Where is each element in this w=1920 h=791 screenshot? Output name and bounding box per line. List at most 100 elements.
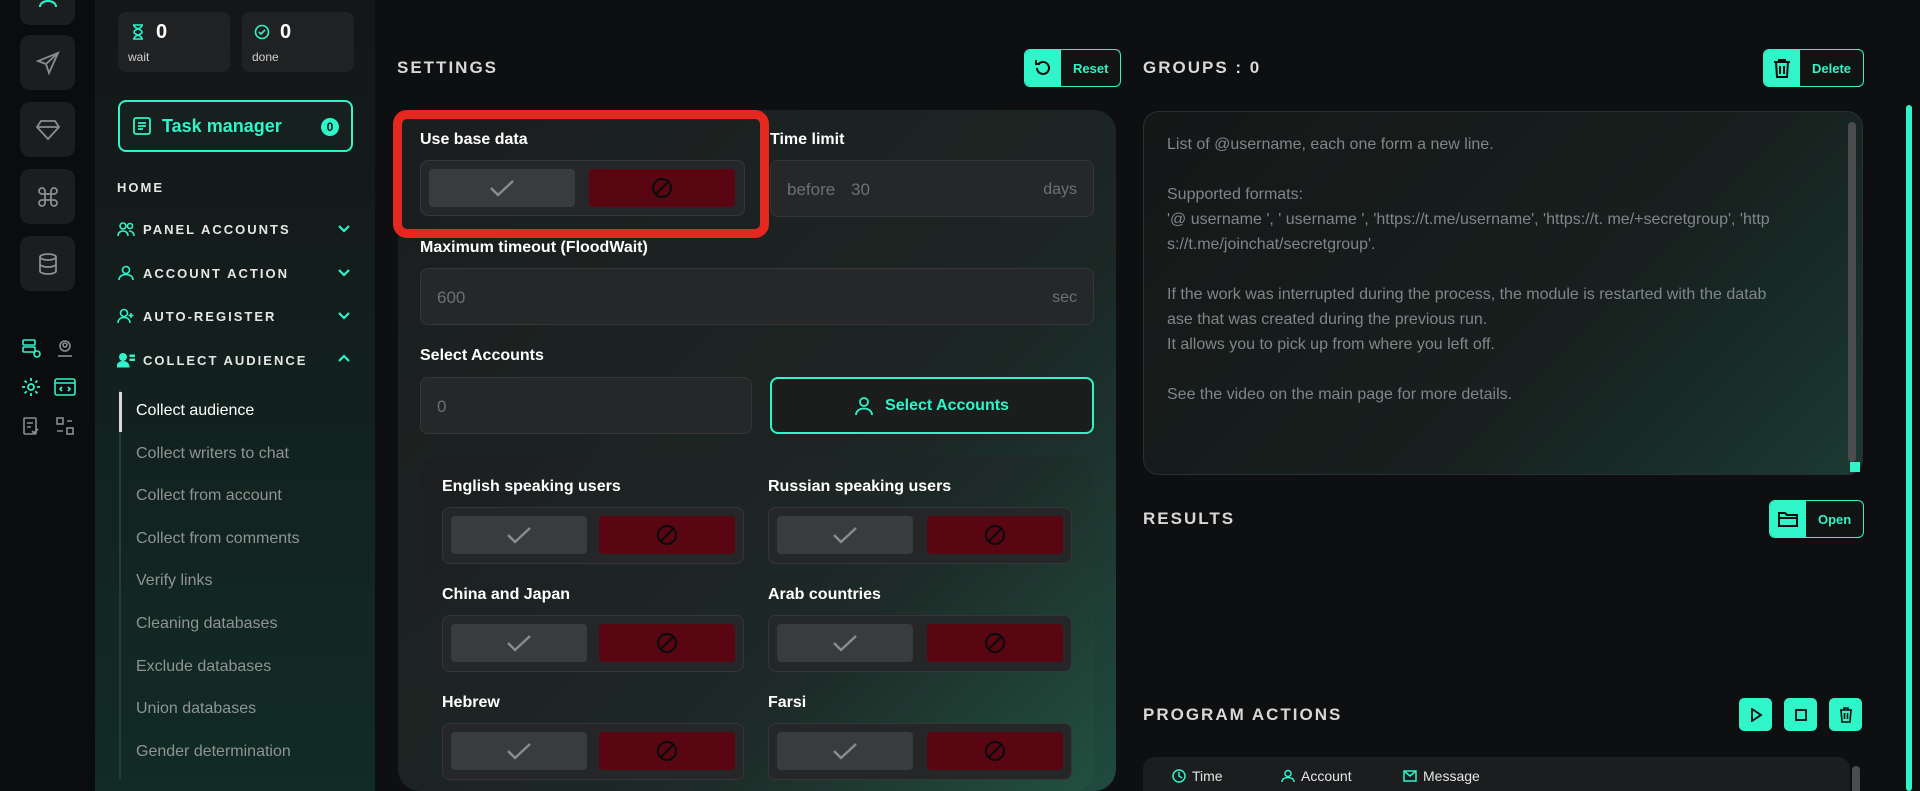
trash-icon: [1774, 59, 1790, 78]
location-user-icon[interactable]: [53, 336, 77, 360]
hourglass-icon: [133, 24, 143, 40]
filter-china-japan-toggle: [442, 615, 744, 672]
submenu-item-collect-from-account[interactable]: Collect from account: [136, 487, 282, 505]
filter-english-no[interactable]: [599, 516, 735, 554]
user-list-icon: [117, 353, 135, 368]
groups-placeholder-line: List of @username, each one form a new l…: [1167, 136, 1494, 153]
groups-textarea[interactable]: List of @username, each one form a new l…: [1143, 111, 1863, 475]
filter-farsi-no[interactable]: [927, 732, 1063, 770]
select-accounts-button[interactable]: Select Accounts: [770, 377, 1094, 434]
database-icon: [38, 252, 57, 275]
select-accounts-input[interactable]: 0: [420, 377, 752, 434]
stop-button[interactable]: [1784, 698, 1817, 731]
nav-home[interactable]: HOME: [117, 180, 164, 195]
sidebar: 0 wait 0 done Task manager 0 HOME PANEL …: [95, 0, 375, 791]
diamond-icon: [35, 119, 60, 140]
filter-farsi-yes[interactable]: [777, 732, 913, 770]
groups-placeholder-line: '@ username ', ' username ', 'https://t.…: [1167, 211, 1770, 228]
submenu-item-collect-from-comments[interactable]: Collect from comments: [136, 530, 300, 548]
column-account[interactable]: Account: [1281, 768, 1352, 784]
nav-auto-register[interactable]: AUTO-REGISTER: [117, 304, 353, 328]
task-manager-button[interactable]: Task manager 0: [118, 100, 353, 152]
db-list-icon[interactable]: [19, 336, 43, 360]
column-time-label: Time: [1192, 768, 1223, 784]
submenu-item-collect-audience[interactable]: Collect audience: [136, 402, 254, 420]
code-window-icon[interactable]: [53, 375, 77, 399]
submenu-active-indicator: [119, 392, 122, 432]
filter-hebrew-no[interactable]: [599, 732, 735, 770]
column-account-label: Account: [1301, 768, 1352, 784]
submenu-item-cleaning-databases[interactable]: Cleaning databases: [136, 615, 277, 633]
groups-placeholder-line: ase that was created during the previous…: [1167, 311, 1488, 328]
play-icon: [1750, 707, 1763, 722]
stop-icon: [1794, 708, 1807, 721]
filter-arab-yes[interactable]: [777, 624, 913, 662]
nav-account-action[interactable]: ACCOUNT ACTION: [117, 261, 353, 285]
submenu-item-gender-determination[interactable]: Gender determination: [136, 743, 291, 761]
check-icon: [507, 743, 531, 760]
groups-scrollbar[interactable]: [1848, 122, 1856, 462]
user-icon: [118, 265, 134, 281]
open-button[interactable]: Open: [1769, 500, 1865, 538]
send-icon: [35, 50, 60, 75]
filter-china-japan-yes[interactable]: [451, 624, 587, 662]
stat-done: 0 done: [242, 12, 354, 72]
filter-english-yes[interactable]: [451, 516, 587, 554]
time-limit-prefix: before: [787, 180, 836, 199]
open-label: Open: [1818, 511, 1852, 527]
check-icon: [507, 527, 531, 544]
max-timeout-input[interactable]: 600 sec: [420, 268, 1094, 325]
nav-database-button[interactable]: [20, 236, 75, 291]
submenu-item-exclude-databases[interactable]: Exclude databases: [136, 658, 271, 676]
folder-icon: [1778, 512, 1798, 527]
delete-label: Delete: [1812, 60, 1852, 76]
reset-button[interactable]: Reset: [1024, 49, 1122, 87]
groups-placeholder-line: It allows you to pick up from where you …: [1167, 336, 1495, 353]
settings-title: SETTINGS: [397, 58, 499, 77]
checklist-icon[interactable]: [19, 414, 43, 438]
user-plus-icon: [117, 308, 134, 324]
nav-premium-button[interactable]: [20, 102, 75, 157]
play-button[interactable]: [1739, 698, 1772, 731]
nav-collect-audience[interactable]: COLLECT AUDIENCE: [117, 348, 353, 372]
filter-hebrew-yes[interactable]: [451, 732, 587, 770]
filter-china-japan-no[interactable]: [599, 624, 735, 662]
select-accounts-button-label: Select Accounts: [885, 396, 1009, 414]
submenu-item-verify-links[interactable]: Verify links: [136, 572, 212, 590]
delete-button[interactable]: Delete: [1763, 49, 1865, 87]
submenu-item-union-databases[interactable]: Union databases: [136, 700, 256, 718]
collect-audience-submenu: Collect audience Collect writers to chat…: [119, 390, 359, 780]
nav-account-action-label: ACCOUNT ACTION: [143, 265, 289, 281]
check-circle-icon: [254, 24, 270, 40]
nav-send-button[interactable]: [20, 35, 75, 90]
actions-table-scrollbar[interactable]: [1852, 766, 1860, 791]
filter-russian-no[interactable]: [927, 516, 1063, 554]
nav-command-button[interactable]: [20, 169, 75, 224]
block-icon: [656, 524, 678, 546]
nav-panel-accounts[interactable]: PANEL ACCOUNTS: [117, 217, 353, 241]
filter-arab-no[interactable]: [927, 624, 1063, 662]
wait-label: wait: [128, 50, 150, 64]
submenu-item-collect-writers[interactable]: Collect writers to chat: [136, 445, 289, 463]
filter-farsi-toggle: [768, 723, 1072, 780]
filter-russian-yes[interactable]: [777, 516, 913, 554]
select-accounts-placeholder: 0: [437, 397, 447, 416]
max-timeout-label: Maximum timeout (FloodWait): [420, 239, 648, 256]
resize-handle[interactable]: [1850, 462, 1860, 472]
groups-placeholder-line: Supported formats:: [1167, 186, 1304, 203]
block-icon: [984, 524, 1006, 546]
swap-grid-icon[interactable]: [53, 414, 77, 438]
filter-hebrew-toggle: [442, 723, 744, 780]
clear-log-button[interactable]: [1829, 698, 1862, 731]
column-message-label: Message: [1423, 768, 1480, 784]
task-list-icon: [133, 117, 151, 135]
nav-profile-button[interactable]: [20, 0, 75, 25]
time-limit-input[interactable]: before 30 days: [770, 160, 1094, 217]
time-limit-placeholder: 30: [851, 180, 870, 199]
settings-gear-icon[interactable]: [19, 375, 43, 399]
block-icon: [656, 740, 678, 762]
page-scrollbar[interactable]: [1906, 105, 1912, 791]
groups-placeholder-line: s://t.me/joinchat/secretgroup'.: [1167, 236, 1376, 253]
column-time[interactable]: Time: [1172, 768, 1223, 784]
column-message[interactable]: Message: [1403, 768, 1480, 784]
